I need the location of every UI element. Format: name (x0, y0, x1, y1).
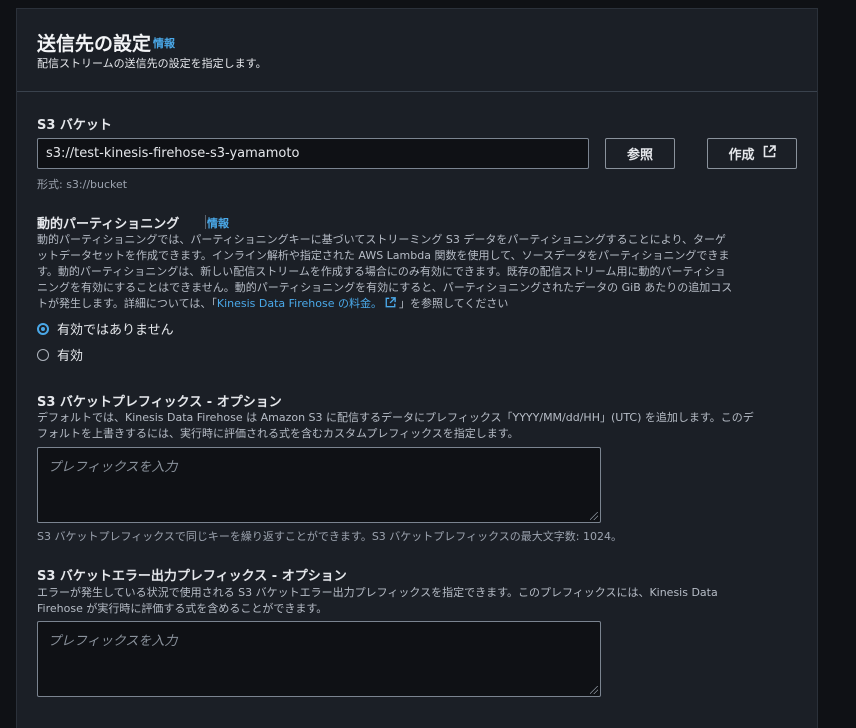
prefix-textarea[interactable]: プレフィックスを入力 (37, 447, 601, 523)
s3-bucket-format-hint: 形式: s3://bucket (37, 178, 128, 191)
radio-enabled[interactable]: 有効 (37, 345, 83, 364)
info-link[interactable]: 情報 (153, 35, 175, 51)
dynamic-partitioning-label: 動的パーティショニング (37, 217, 180, 232)
error-prefix-description: エラーが発生している状況で使用される S3 バケットエラー出力プレフィックスを指… (37, 585, 777, 617)
radio-label: 有効 (57, 349, 84, 364)
radio-unselected-icon[interactable] (37, 348, 49, 361)
description-line: エラーが発生している状況で使用される S3 バケットエラー出力プレフィックスを指… (37, 586, 718, 599)
s3-bucket-label: S3 バケット (37, 118, 112, 133)
error-prefix-label: S3 バケットエラー出力プレフィックス - オプション (37, 569, 347, 584)
page-subtitle: 配信ストリームの送信先の設定を指定します。 (37, 57, 267, 70)
s3-bucket-input[interactable]: s3://test-kinesis-firehose-s3-yamamoto (37, 138, 589, 169)
resize-handle-icon[interactable] (590, 512, 598, 520)
prefix-hint: S3 バケットプレフィックスで同じキーを繰り返すことができます。S3 バケットプ… (37, 530, 622, 543)
external-link-icon (385, 297, 396, 313)
radio-label: 有効ではありません (57, 323, 174, 338)
browse-button[interactable]: 参照 (605, 138, 675, 169)
description-line: デフォルトでは、Kinesis Data Firehose は Amazon S… (37, 411, 754, 424)
create-bucket-button[interactable]: 作成 (707, 138, 797, 169)
create-button-label: 作成 (728, 148, 755, 163)
page-title: 送信先の設定 (37, 33, 152, 55)
prefix-placeholder: プレフィックスを入力 (48, 460, 178, 475)
browse-button-label: 参照 (626, 148, 653, 163)
description-line: トが発生します。詳細については、「Kinesis Data Firehose の… (37, 296, 777, 313)
description-line: フォルトを上書きするには、実行時に評価される式を含むカスタムプレフィックスを指定… (37, 427, 519, 440)
description-text: トが発生します。詳細については、「 (37, 297, 217, 310)
description-line: ットデータセットを作成できます。インライン解析や指定された AWS Lambda… (37, 249, 730, 262)
radio-not-enabled[interactable]: 有効ではありません (37, 319, 174, 338)
error-prefix-textarea[interactable]: プレフィックスを入力 (37, 621, 601, 697)
error-prefix-placeholder: プレフィックスを入力 (48, 634, 178, 649)
description-line: 動的パーティショニングでは、パーティショニングキーに基づいてストリーミング S3… (37, 233, 726, 246)
description-line: Firehose が実行時に評価する式を含めることができます。 (37, 602, 328, 615)
description-line: す。動的パーティショニングは、新しい配信ストリームを作成する場合にのみ有効にでき… (37, 265, 726, 278)
panel-header: 送信先の設定 情報 配信ストリームの送信先の設定を指定します。 (17, 9, 817, 92)
external-link-icon (763, 145, 776, 162)
resize-handle-icon[interactable] (590, 686, 598, 694)
destination-settings-panel: 送信先の設定 情報 配信ストリームの送信先の設定を指定します。 S3 バケット … (16, 8, 818, 728)
dynamic-partitioning-description: 動的パーティショニングでは、パーティショニングキーに基づいてストリーミング S3… (37, 232, 777, 313)
description-text: 」を参照してください (398, 297, 509, 310)
description-line: ニングを有効にすることはできません。動的パーティショニングを有効にすると、パーテ… (37, 281, 733, 294)
radio-selected-icon[interactable] (37, 322, 49, 335)
pricing-link[interactable]: Kinesis Data Firehose の料金。 (217, 297, 382, 310)
prefix-description: デフォルトでは、Kinesis Data Firehose は Amazon S… (37, 410, 777, 442)
label-divider (205, 215, 206, 229)
dynamic-partitioning-info-link[interactable]: 情報 (207, 215, 229, 231)
prefix-label: S3 バケットプレフィックス - オプション (37, 395, 282, 410)
